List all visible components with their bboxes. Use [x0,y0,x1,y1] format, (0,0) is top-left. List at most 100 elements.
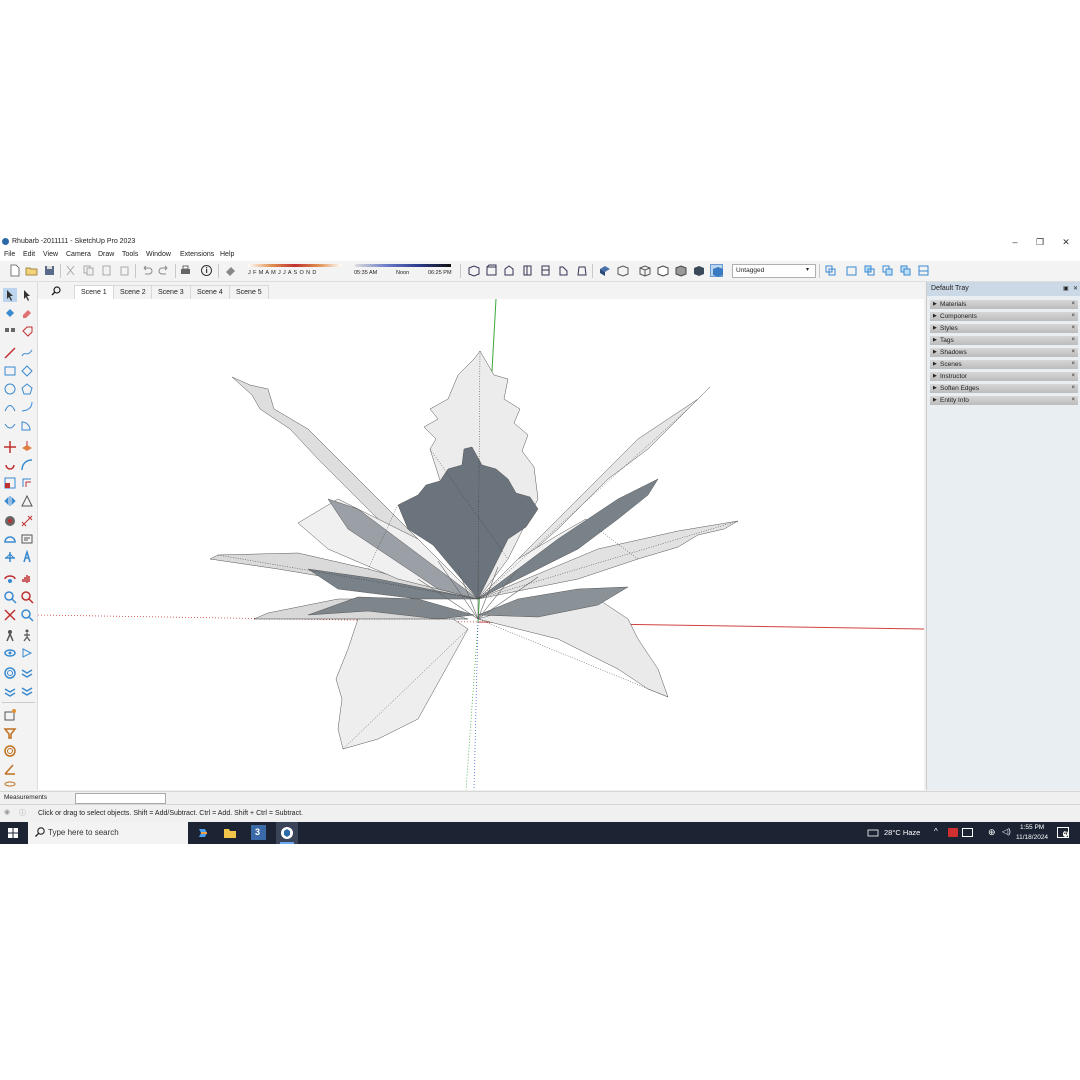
tray-app-icon[interactable] [948,828,958,837]
add-location-icon[interactable] [3,708,17,722]
undo-icon[interactable] [140,264,153,277]
redo-icon[interactable] [158,264,171,277]
tag-select[interactable]: Untagged ▾ [732,264,816,278]
bottom-view-icon[interactable] [575,264,588,277]
axes-tool-icon[interactable] [3,550,17,564]
panel-tags[interactable]: ▶ Tags × [930,336,1078,345]
tab-scene-4[interactable]: Scene 4 [190,285,230,299]
protractor-icon[interactable] [3,532,17,546]
close-button[interactable]: ✕ [1055,236,1077,248]
model-viewport[interactable] [37,298,925,791]
rotated-rect-icon[interactable] [20,364,34,378]
arc-tool-icon[interactable] [3,400,17,414]
measurements-input[interactable] [75,793,166,804]
menu-help[interactable]: Help [220,251,234,258]
panel-close-icon[interactable]: × [1071,348,1075,357]
panel-close-icon[interactable]: × [1071,396,1075,405]
menu-extensions[interactable]: Extensions [180,251,214,258]
panel-close-icon[interactable]: × [1071,336,1075,345]
file-explorer-icon[interactable] [223,826,237,840]
xray-style-icon[interactable] [598,264,611,277]
three-point-arc-icon[interactable] [3,418,17,432]
open-folder-icon[interactable] [25,264,38,277]
union-icon[interactable] [881,264,894,277]
weather-icon[interactable] [867,828,879,838]
zoom-extents-icon[interactable] [3,608,17,622]
sandbox-contours-icon[interactable] [3,666,17,680]
back-view-icon[interactable] [539,264,552,277]
geo-location-icon[interactable]: ◉ [4,808,10,816]
dimension-angle-icon[interactable] [3,762,17,776]
flip-tool-icon[interactable] [3,494,17,508]
advanced-camera-icon[interactable] [3,726,17,740]
panel-close-icon[interactable]: × [1071,300,1075,309]
panel-close-icon[interactable]: × [1071,360,1075,369]
walk-tool-icon[interactable] [20,628,34,642]
clock-date[interactable]: 11/18/2024 [1016,834,1048,841]
iso-view-icon[interactable] [467,264,480,277]
3d-text-icon[interactable] [20,550,34,564]
chevron-up-icon[interactable]: ^ [934,827,938,836]
menu-window[interactable]: Window [146,251,171,258]
offset-tool-icon[interactable] [20,476,34,490]
panel-close-icon[interactable]: × [1071,384,1075,393]
search-box[interactable]: Type here to search [28,822,188,844]
line-tool-icon[interactable] [3,346,17,360]
windows-start-icon[interactable] [8,828,18,838]
solid-tools-icon[interactable] [20,494,34,508]
menu-file[interactable]: File [4,251,15,258]
erase-icon[interactable] [118,264,131,277]
pan-tool-icon[interactable] [20,572,34,586]
scale-tool-icon[interactable] [3,476,17,490]
print-icon[interactable] [179,264,192,277]
zoom-tool-icon[interactable] [3,590,17,604]
tab-scene-5[interactable]: Scene 5 [229,285,269,299]
panel-scenes[interactable]: ▶ Scenes × [930,360,1078,369]
new-file-icon[interactable] [8,264,21,277]
menu-view[interactable]: View [43,251,58,258]
tape-measure-icon[interactable] [3,514,17,528]
cut-icon[interactable] [64,264,77,277]
wireframe-icon[interactable] [638,264,651,277]
time-slider[interactable] [355,264,451,267]
panel-styles[interactable]: ▶ Styles × [930,324,1078,333]
two-point-arc-icon[interactable] [20,400,34,414]
rectangle-tool-icon[interactable] [3,364,17,378]
move-tool-icon[interactable] [3,440,17,454]
top-view-icon[interactable] [485,264,498,277]
previous-view-icon[interactable] [20,608,34,622]
save-icon[interactable] [43,264,56,277]
paint-bucket-icon[interactable] [3,306,17,320]
panel-materials[interactable]: ▶ Materials × [930,300,1078,309]
panel-components[interactable]: ▶ Components × [930,312,1078,321]
polygon-tool-icon[interactable] [20,382,34,396]
monochrome-icon[interactable] [710,264,723,277]
eraser-icon[interactable] [20,306,34,320]
pie-tool-icon[interactable] [20,418,34,432]
panel-shadows[interactable]: ▶ Shadows × [930,348,1078,357]
minimize-button[interactable]: – [1004,236,1026,248]
select-tool-icon[interactable] [3,288,17,302]
extension-warehouse-icon[interactable] [3,744,17,758]
stamp-icon[interactable] [20,684,34,698]
app-3-icon[interactable]: 3 [251,825,266,840]
network-globe-icon[interactable]: ⊕ [988,827,996,838]
intersect-icon[interactable] [863,264,876,277]
orbit-tool-icon[interactable] [3,572,17,586]
info-icon[interactable]: ⓘ [19,808,26,818]
tray-pin-icon[interactable]: ▣ [1063,282,1069,296]
tab-scene-2[interactable]: Scene 2 [113,285,153,299]
hidden-line-icon[interactable] [656,264,669,277]
panel-close-icon[interactable]: × [1071,312,1075,321]
right-view-icon[interactable] [521,264,534,277]
tray-display-icon[interactable] [962,828,973,837]
subtract-icon[interactable] [899,264,912,277]
zoom-window-icon[interactable] [20,590,34,604]
copilot-icon[interactable] [196,826,210,840]
panel-instructor[interactable]: ▶ Instructor × [930,372,1078,381]
panel-close-icon[interactable]: × [1071,324,1075,333]
position-camera-icon[interactable] [3,628,17,642]
clock-time[interactable]: 1:55 PM [1020,824,1044,831]
left-view-icon[interactable] [557,264,570,277]
split-icon[interactable] [917,264,930,277]
